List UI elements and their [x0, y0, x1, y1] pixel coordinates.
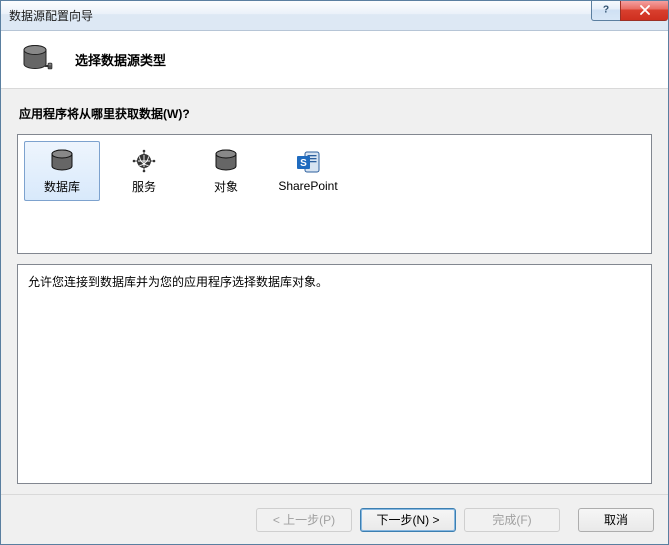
options-listbox[interactable]: 数据库 服务 — [17, 134, 652, 254]
option-label: SharePoint — [278, 179, 337, 193]
close-button[interactable] — [620, 1, 668, 21]
wizard-footer: < 上一步(P) 下一步(N) > 完成(F) 取消 — [1, 494, 668, 544]
wizard-body: 应用程序将从哪里获取数据(W)? 数据库 — [1, 89, 668, 494]
option-label: 数据库 — [44, 178, 80, 195]
finish-button[interactable]: 完成(F) — [464, 508, 560, 532]
description-box: 允许您连接到数据库并为您的应用程序选择数据库对象。 — [17, 264, 652, 484]
wizard-window: 数据源配置向导 ? — [0, 0, 669, 545]
database-icon — [21, 43, 55, 77]
window-controls: ? — [592, 1, 668, 21]
sharepoint-icon: S — [294, 149, 322, 175]
window-title: 数据源配置向导 — [1, 7, 93, 24]
option-sharepoint[interactable]: S SharePoint — [270, 141, 346, 201]
next-button[interactable]: 下一步(N) > — [360, 508, 456, 532]
database-icon — [48, 148, 76, 174]
object-icon — [212, 148, 240, 174]
option-object[interactable]: 对象 — [188, 141, 264, 201]
service-icon — [130, 148, 158, 174]
option-label: 对象 — [214, 178, 238, 195]
close-icon — [639, 4, 651, 18]
help-button[interactable]: ? — [591, 1, 621, 21]
option-service[interactable]: 服务 — [106, 141, 182, 201]
titlebar: 数据源配置向导 ? — [1, 1, 668, 31]
svg-text:S: S — [300, 158, 307, 169]
option-label: 服务 — [132, 178, 156, 195]
description-text: 允许您连接到数据库并为您的应用程序选择数据库对象。 — [28, 275, 328, 289]
help-icon: ? — [601, 3, 611, 18]
wizard-header-title: 选择数据源类型 — [75, 50, 166, 69]
svg-text:?: ? — [603, 4, 609, 15]
wizard-header: 选择数据源类型 — [1, 31, 668, 89]
previous-button[interactable]: < 上一步(P) — [256, 508, 352, 532]
option-database[interactable]: 数据库 — [24, 141, 100, 201]
cancel-button[interactable]: 取消 — [578, 508, 654, 532]
prompt-label: 应用程序将从哪里获取数据(W)? — [17, 103, 652, 124]
